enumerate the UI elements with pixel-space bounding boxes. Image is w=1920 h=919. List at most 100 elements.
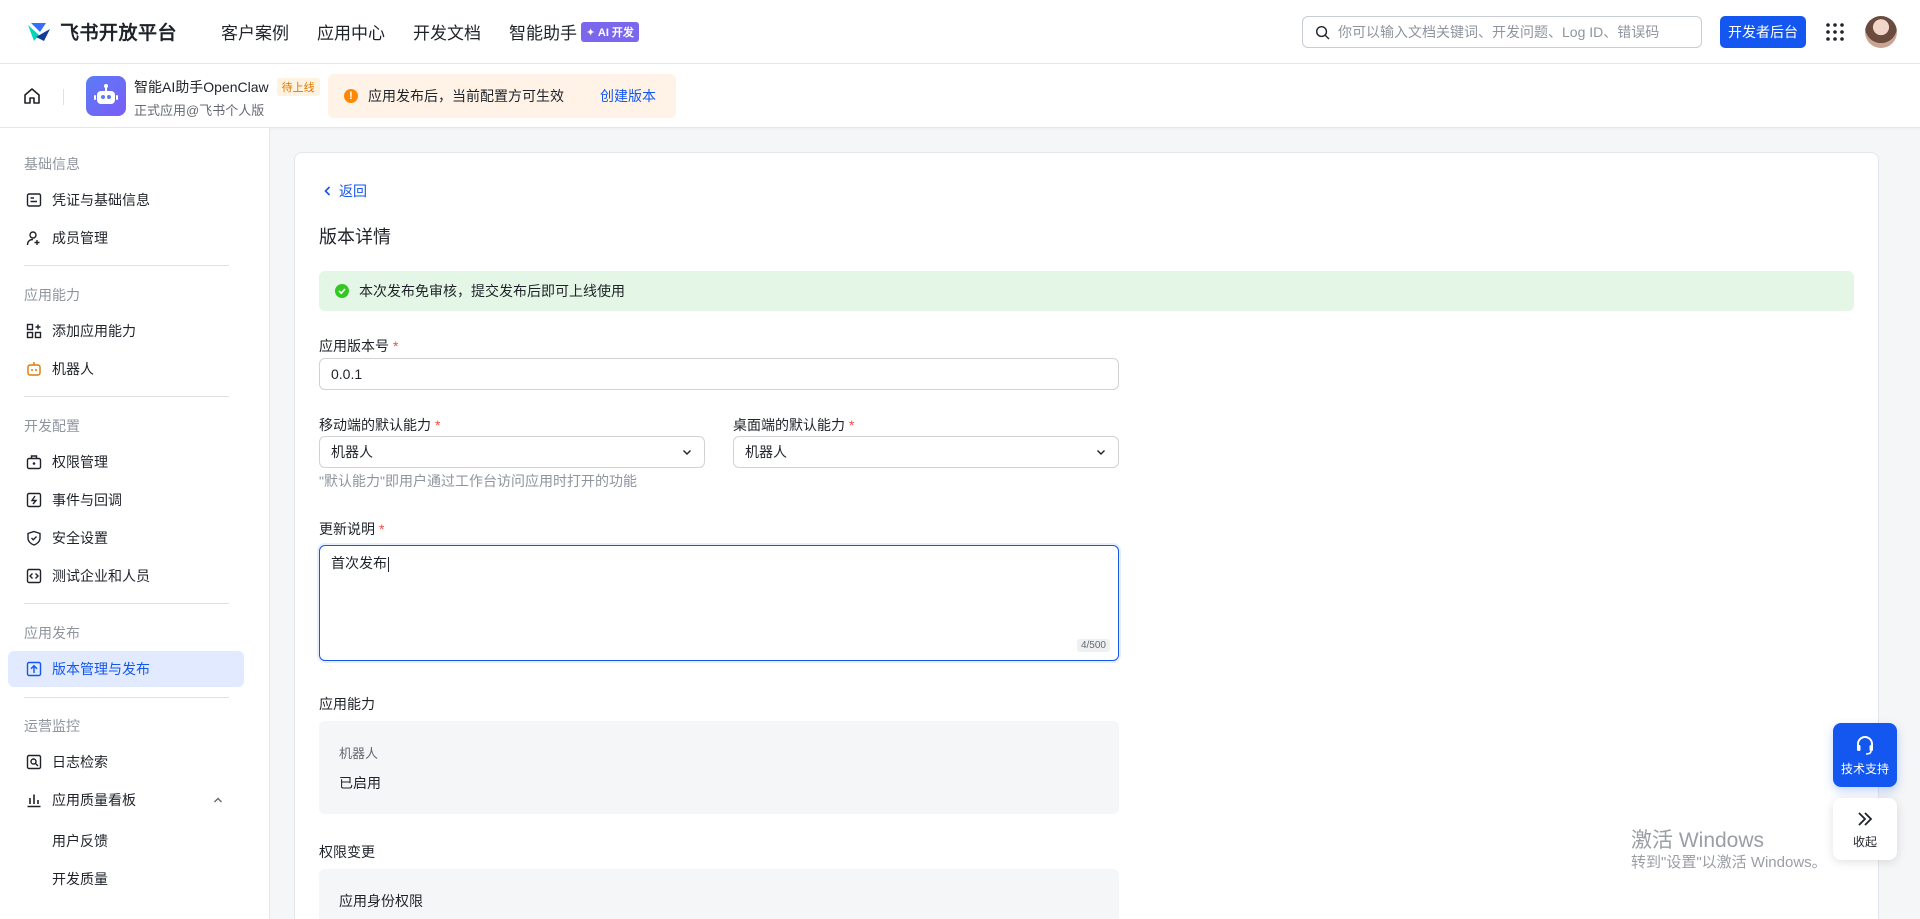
- sidebar-item-label: 成员管理: [52, 230, 108, 246]
- check-circle-icon: [335, 284, 349, 298]
- ai-dev-badge: ✦ AI 开发: [581, 21, 639, 42]
- platform-logo[interactable]: 飞书开放平台: [26, 18, 177, 45]
- credential-card-icon: [26, 193, 42, 207]
- sidebar-item-label: 安全设置: [52, 530, 108, 546]
- sidebar-item-security[interactable]: 安全设置: [8, 520, 244, 556]
- page-title: 版本详情: [319, 227, 391, 247]
- nav-smart-assistant-label: 智能助手: [509, 24, 578, 43]
- sidebar-subitem-user-feedback[interactable]: 用户反馈: [52, 831, 108, 851]
- windows-activation-title: 激活 Windows: [1631, 829, 1765, 852]
- nav-dev-docs[interactable]: 开发文档: [413, 19, 481, 44]
- feishu-logo-icon: [28, 22, 50, 41]
- nav-smart-assistant[interactable]: 智能助手 ✦ AI 开发: [509, 19, 639, 44]
- add-capability-icon: [26, 323, 42, 339]
- required-mark: *: [435, 417, 441, 433]
- warning-icon: !: [344, 89, 358, 103]
- mobile-default-select[interactable]: 机器人: [319, 436, 705, 468]
- sidebar-item-test-org[interactable]: 测试企业和人员: [8, 558, 244, 594]
- upload-icon: [26, 661, 42, 677]
- desktop-default-select[interactable]: 机器人: [733, 436, 1119, 468]
- event-callback-icon: [26, 492, 42, 508]
- app-subtitle: 正式应用@飞书个人版: [134, 103, 265, 118]
- notes-label: 更新说明 *: [319, 519, 384, 539]
- headset-icon: [1857, 735, 1873, 755]
- user-avatar[interactable]: [1865, 16, 1897, 48]
- sidebar-item-version-publish[interactable]: 版本管理与发布: [8, 651, 244, 687]
- sidebar-item-robot[interactable]: 机器人: [8, 351, 244, 387]
- back-label: 返回: [339, 183, 367, 199]
- chevron-down-icon: [683, 450, 691, 455]
- sidebar-section-capabilities: 应用能力: [24, 287, 80, 303]
- sidebar-item-permissions[interactable]: 权限管理: [8, 444, 244, 480]
- required-mark: *: [849, 417, 855, 433]
- back-link[interactable]: 返回: [321, 181, 367, 201]
- collapse-button[interactable]: 收起: [1833, 798, 1897, 860]
- permission-bag-icon: [26, 455, 42, 470]
- sidebar-section-ops: 运营监控: [24, 718, 80, 734]
- required-mark: *: [379, 521, 385, 537]
- collapse-label: 收起: [1852, 834, 1877, 849]
- sidebar-item-label: 凭证与基础信息: [52, 192, 150, 208]
- sidebar-item-label: 机器人: [52, 361, 94, 377]
- release-notes-value: 首次发布: [331, 555, 387, 571]
- robot-icon: [27, 362, 41, 376]
- sidebar-item-label: 事件与回调: [52, 492, 122, 508]
- divider: [24, 396, 229, 397]
- sidebar-item-label: 权限管理: [52, 454, 108, 470]
- char-counter: 4/500: [1076, 639, 1110, 652]
- robot-app-icon: [86, 76, 126, 116]
- developer-console-button[interactable]: 开发者后台: [1720, 16, 1806, 48]
- sidebar-item-credentials[interactable]: 凭证与基础信息: [8, 182, 244, 218]
- notes-label-text: 更新说明: [319, 521, 375, 537]
- version-label: 应用版本号 *: [319, 336, 398, 356]
- status-badge: 待上线: [276, 78, 320, 96]
- sidebar-item-members[interactable]: 成员管理: [8, 220, 244, 256]
- sidebar-item-label: 日志检索: [52, 754, 108, 770]
- success-banner: 本次发布免审核，提交发布后即可上线使用: [319, 271, 1854, 311]
- mobile-default-label-text: 移动端的默认能力: [319, 417, 431, 433]
- divider: [63, 89, 64, 105]
- nav-customer-cases[interactable]: 客户案例: [221, 19, 289, 44]
- sidebar-item-log-search[interactable]: 日志检索: [8, 744, 244, 780]
- version-input[interactable]: 0.0.1: [319, 358, 1119, 390]
- app-header-bar: 智能AI助手OpenClaw 待上线 正式应用@飞书个人版 ! 应用发布后，当前…: [0, 64, 1920, 128]
- code-icon: [26, 568, 42, 584]
- sidebar-section-publish: 应用发布: [24, 625, 80, 641]
- nav-app-center[interactable]: 应用中心: [317, 19, 385, 44]
- sidebar-section-basic: 基础信息: [24, 156, 80, 172]
- windows-activation-hint: 转到"设置"以激活 Windows。: [1631, 854, 1827, 871]
- chevron-left-icon: [324, 186, 331, 196]
- default-capability-hint: "默认能力"即用户通过工作台访问应用时打开的功能: [319, 473, 637, 489]
- double-chevron-right-icon: [1858, 811, 1873, 826]
- create-version-link[interactable]: 创建版本: [600, 86, 656, 106]
- log-search-icon: [26, 754, 42, 770]
- version-label-text: 应用版本号: [319, 338, 389, 354]
- desktop-default-label: 桌面端的默认能力 *: [733, 415, 854, 435]
- search-box[interactable]: [1302, 16, 1702, 48]
- app-grid-icon[interactable]: [1825, 22, 1845, 42]
- sidebar-item-quality-board[interactable]: 应用质量看板: [8, 782, 244, 818]
- permission-item: 应用身份权限: [339, 893, 423, 909]
- home-icon[interactable]: [22, 86, 42, 106]
- divider: [24, 603, 229, 604]
- text-caret: [388, 556, 389, 572]
- capability-box: 机器人 已启用: [319, 721, 1119, 814]
- release-notes-textarea[interactable]: 首次发布 4/500: [319, 545, 1119, 661]
- sidebar-item-add-capability[interactable]: 添加应用能力: [8, 313, 244, 349]
- tech-support-button[interactable]: 技术支持: [1833, 723, 1897, 787]
- sidebar-subitem-dev-quality[interactable]: 开发质量: [52, 869, 108, 889]
- sidebar-item-label: 应用质量看板: [52, 792, 136, 808]
- member-add-icon: [26, 231, 40, 246]
- search-input[interactable]: [1338, 24, 1701, 40]
- chevron-up-icon[interactable]: [212, 794, 224, 806]
- required-mark: *: [393, 338, 399, 354]
- version-value: 0.0.1: [331, 366, 363, 382]
- sidebar-item-events[interactable]: 事件与回调: [8, 482, 244, 518]
- divider: [24, 697, 229, 698]
- mobile-default-value: 机器人: [331, 444, 373, 460]
- search-icon: [1315, 25, 1330, 39]
- permission-box: 应用身份权限: [319, 869, 1119, 919]
- shield-icon: [27, 530, 41, 546]
- sidebar-item-label: 测试企业和人员: [52, 568, 150, 584]
- app-name-text: 智能AI助手OpenClaw: [134, 79, 269, 95]
